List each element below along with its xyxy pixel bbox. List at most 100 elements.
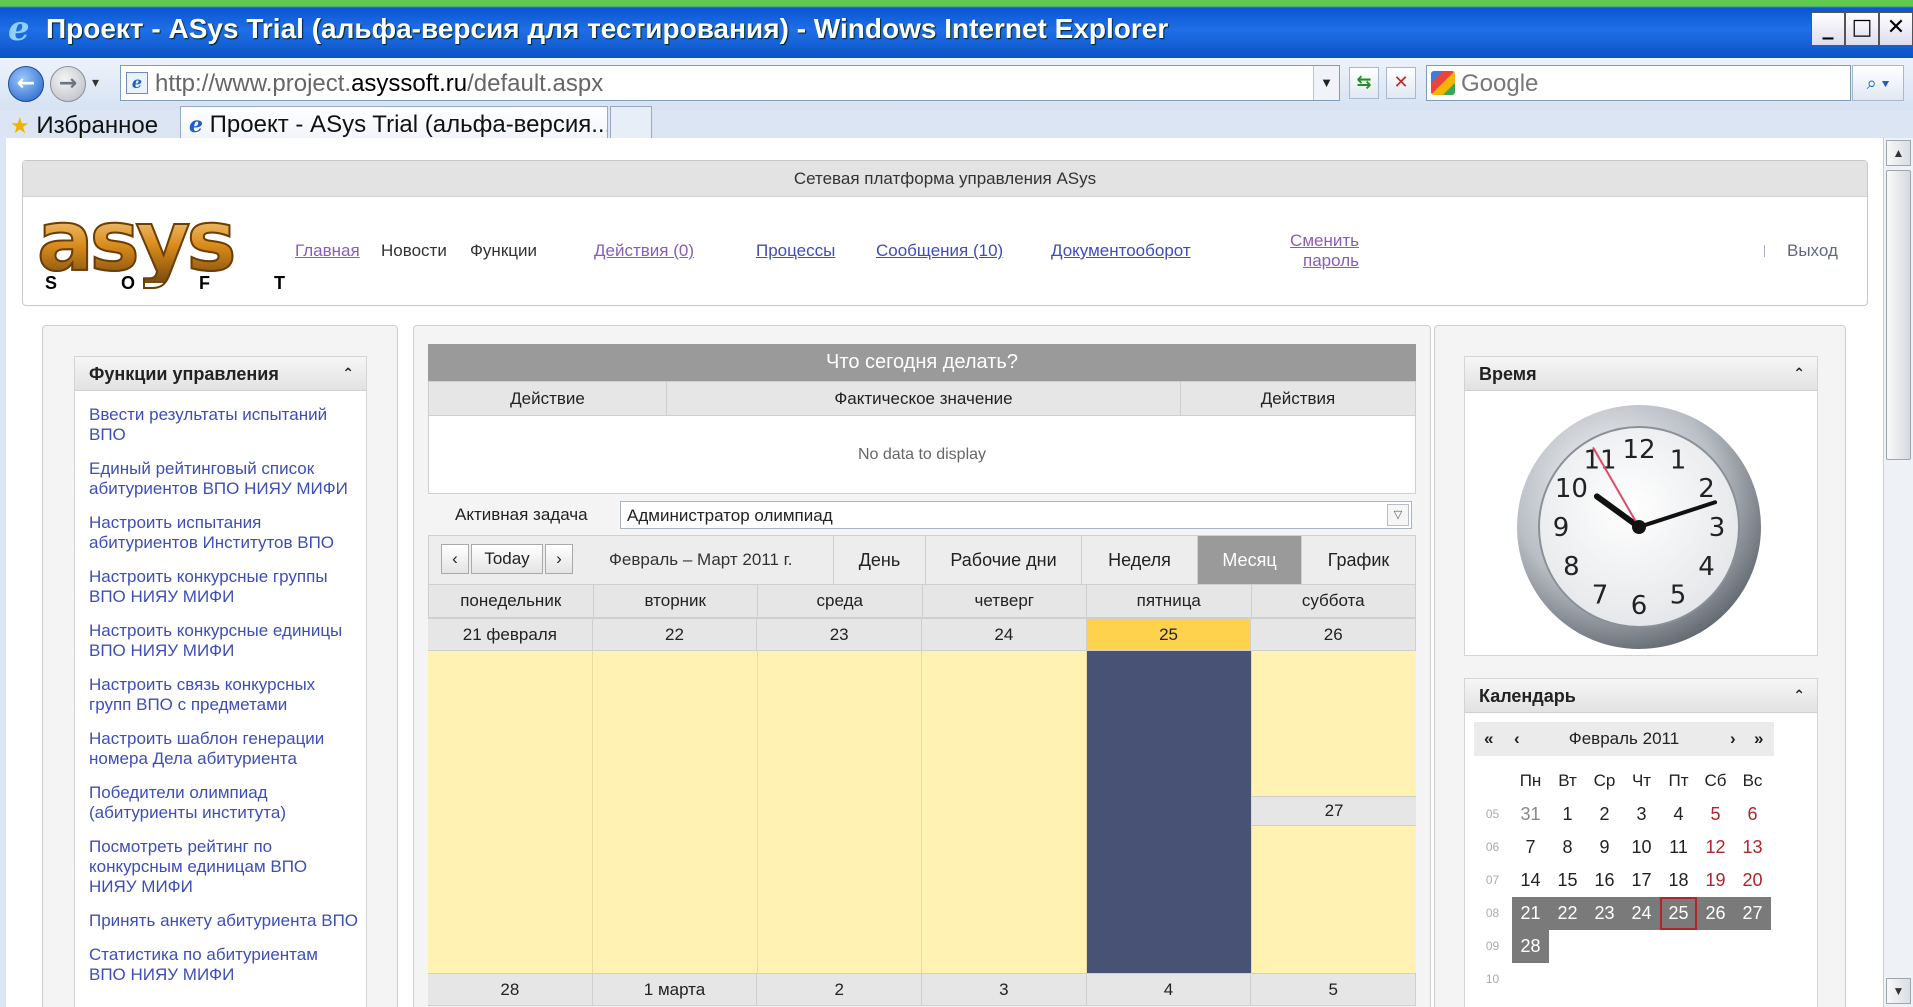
date-cell[interactable]: 2 bbox=[757, 973, 923, 1006]
calendar-day[interactable]: 4 bbox=[1660, 798, 1697, 831]
nav-actions[interactable]: Действия (0) bbox=[594, 241, 694, 261]
date-cell[interactable]: 1 марта bbox=[592, 973, 758, 1006]
forward-button[interactable]: → bbox=[50, 66, 86, 102]
address-dropdown-icon[interactable]: ▼ bbox=[1313, 66, 1339, 100]
prev-year-button[interactable]: « bbox=[1484, 722, 1493, 756]
view-day[interactable]: День bbox=[833, 536, 925, 584]
function-link[interactable]: Настроить связь конкурсных групп ВПО с п… bbox=[89, 675, 359, 715]
view-week[interactable]: Неделя bbox=[1081, 536, 1197, 584]
function-link[interactable]: Победители олимпиад (абитуриенты институ… bbox=[89, 783, 359, 823]
day-cell[interactable] bbox=[428, 651, 593, 973]
nav-home[interactable]: Главная bbox=[295, 241, 360, 261]
collapse-icon[interactable]: ⌃ bbox=[342, 357, 354, 391]
function-link[interactable]: Принять анкету абитуриента ВПО bbox=[89, 911, 359, 931]
calendar-day[interactable]: 13 bbox=[1734, 831, 1771, 864]
scroll-down-icon[interactable]: ▼ bbox=[1886, 978, 1911, 1004]
prev-period-button[interactable]: ‹ bbox=[441, 544, 469, 574]
function-link[interactable]: Настроить испытания абитуриентов Институ… bbox=[89, 513, 359, 553]
date-cell[interactable]: 21 февраля bbox=[428, 618, 593, 651]
date-cell[interactable]: 4 bbox=[1086, 973, 1252, 1006]
active-task-select[interactable]: Администратор олимпиад ▽ bbox=[620, 501, 1412, 529]
calendar-day[interactable]: 11 bbox=[1660, 831, 1697, 864]
calendar-day[interactable]: 12 bbox=[1697, 831, 1734, 864]
nav-processes[interactable]: Процессы bbox=[756, 241, 835, 261]
collapse-icon[interactable]: ⌃ bbox=[1793, 679, 1805, 713]
scroll-thumb[interactable] bbox=[1886, 170, 1911, 460]
nav-change-password[interactable]: Сменить пароль bbox=[1269, 231, 1359, 271]
date-cell[interactable]: 28 bbox=[428, 973, 593, 1006]
search-field[interactable]: Google bbox=[1426, 65, 1851, 101]
calendar-day[interactable]: 26 bbox=[1697, 897, 1734, 930]
calendar-day[interactable]: 21 bbox=[1512, 897, 1549, 930]
calendar-day[interactable]: 9 bbox=[1586, 831, 1623, 864]
next-month-button[interactable]: › bbox=[1730, 722, 1736, 756]
url-text[interactable]: http://www.project.asyssoft.ru/default.a… bbox=[155, 70, 603, 98]
collapse-icon[interactable]: ⌃ bbox=[1793, 357, 1805, 391]
view-workweek[interactable]: Рабочие дни bbox=[925, 536, 1081, 584]
calendar-day[interactable]: 10 bbox=[1623, 831, 1660, 864]
sunday-date[interactable]: 27 bbox=[1252, 796, 1416, 826]
calendar-day[interactable]: 7 bbox=[1512, 831, 1549, 864]
date-cell[interactable]: 24 bbox=[922, 618, 1087, 651]
calendar-day[interactable]: 18 bbox=[1660, 864, 1697, 897]
calendar-day[interactable]: 3 bbox=[1623, 798, 1660, 831]
date-cell-today[interactable]: 25 bbox=[1086, 618, 1252, 651]
day-cell[interactable] bbox=[757, 651, 923, 973]
day-cell[interactable] bbox=[592, 651, 758, 973]
calendar-day[interactable]: 5 bbox=[1697, 798, 1734, 831]
function-link[interactable]: Ввести результаты испытаний ВПО bbox=[89, 405, 359, 445]
address-field[interactable]: e http://www.project.asyssoft.ru/default… bbox=[120, 65, 1340, 101]
date-cell[interactable]: 23 bbox=[757, 618, 923, 651]
function-link[interactable]: Настроить конкурсные группы ВПО НИЯУ МИФ… bbox=[89, 567, 359, 607]
nav-messages[interactable]: Сообщения (10) bbox=[876, 241, 1003, 261]
calendar-day[interactable]: 8 bbox=[1549, 831, 1586, 864]
next-period-button[interactable]: › bbox=[545, 544, 573, 574]
calendar-day[interactable]: 28 bbox=[1512, 930, 1549, 963]
favorites-button[interactable]: ★ Избранное bbox=[10, 112, 158, 140]
view-month[interactable]: Месяц bbox=[1197, 536, 1301, 584]
calendar-day[interactable]: 6 bbox=[1734, 798, 1771, 831]
date-cell[interactable]: 22 bbox=[592, 618, 758, 651]
calendar-day[interactable]: 27 bbox=[1734, 897, 1771, 930]
prev-month-button[interactable]: ‹ bbox=[1514, 722, 1520, 756]
calendar-day[interactable]: 31 bbox=[1512, 798, 1549, 831]
day-cell-today[interactable] bbox=[1087, 651, 1253, 973]
scroll-up-icon[interactable]: ▲ bbox=[1886, 140, 1911, 166]
nav-docflow[interactable]: Документооборот bbox=[1051, 241, 1191, 261]
vertical-scrollbar[interactable]: ▲ ▼ bbox=[1883, 138, 1913, 1007]
refresh-icon[interactable]: ⇆ bbox=[1349, 67, 1379, 99]
calendar-day[interactable]: 20 bbox=[1734, 864, 1771, 897]
today-button[interactable]: Today bbox=[471, 544, 543, 574]
day-cell[interactable] bbox=[922, 651, 1088, 973]
date-cell[interactable]: 3 bbox=[922, 973, 1087, 1006]
search-icon[interactable]: ⌕ ▾ bbox=[1852, 65, 1904, 101]
view-timeline[interactable]: График bbox=[1301, 536, 1415, 584]
calendar-day[interactable]: 14 bbox=[1512, 864, 1549, 897]
function-link[interactable]: Посмотреть рейтинг по конкурсным единица… bbox=[89, 837, 359, 897]
calendar-day[interactable]: 16 bbox=[1586, 864, 1623, 897]
function-link[interactable]: Настроить шаблон генерации номера Дела а… bbox=[89, 729, 359, 769]
day-cell[interactable]: 27 bbox=[1252, 651, 1416, 973]
nav-news[interactable]: Новости bbox=[381, 241, 447, 261]
column-header[interactable]: Фактическое значение bbox=[667, 382, 1181, 415]
date-cell[interactable]: 5 bbox=[1251, 973, 1417, 1006]
close-window-button[interactable]: ✕ bbox=[1879, 12, 1913, 46]
column-header[interactable]: Действия bbox=[1181, 382, 1415, 415]
function-link[interactable]: Единый рейтинговый список абитуриентов В… bbox=[89, 459, 359, 499]
calendar-day[interactable]: 24 bbox=[1623, 897, 1660, 930]
calendar-day[interactable]: 15 bbox=[1549, 864, 1586, 897]
next-year-button[interactable]: » bbox=[1754, 722, 1763, 756]
function-link[interactable]: Статистика по абитуриентам ВПО НИЯУ МИФИ bbox=[89, 945, 359, 985]
chevron-down-icon[interactable]: ▽ bbox=[1387, 504, 1409, 526]
column-header[interactable]: Действие bbox=[429, 382, 667, 415]
calendar-day[interactable]: 25 bbox=[1660, 897, 1697, 930]
history-dropdown-icon[interactable]: ▾ bbox=[92, 74, 106, 94]
nav-functions[interactable]: Функции bbox=[470, 241, 537, 261]
calendar-day[interactable]: 23 bbox=[1586, 897, 1623, 930]
calendar-day[interactable]: 19 bbox=[1697, 864, 1734, 897]
date-cell[interactable]: 26 bbox=[1251, 618, 1417, 651]
stop-icon[interactable]: ✕ bbox=[1386, 67, 1416, 99]
function-link[interactable]: Настроить конкурсные единицы ВПО НИЯУ МИ… bbox=[89, 621, 359, 661]
asys-logo[interactable]: asys S O F T bbox=[36, 198, 299, 299]
calendar-day[interactable]: 1 bbox=[1549, 798, 1586, 831]
